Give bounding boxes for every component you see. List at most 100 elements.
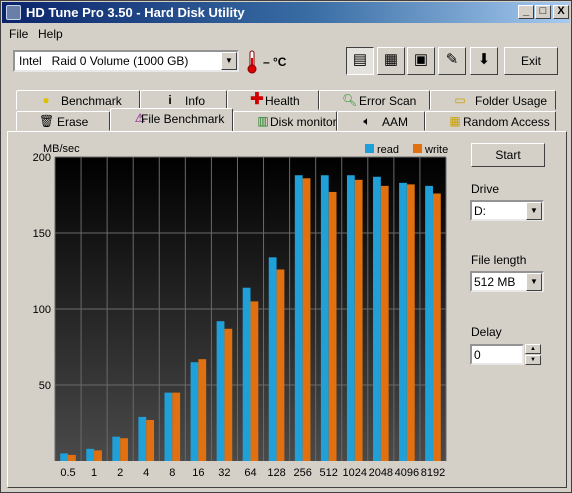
save-button[interactable]: ▣ — [407, 47, 435, 75]
bar-read — [294, 175, 303, 462]
temperature-readout: – °C — [263, 55, 287, 69]
x-tick-label: 1 — [91, 467, 97, 479]
save-icon: ▣ — [413, 51, 429, 68]
options-icon: ✎ — [445, 51, 459, 68]
start-button[interactable]: Start — [471, 143, 545, 167]
copy-text-button[interactable]: ▤ — [346, 47, 374, 75]
chevron-down-icon[interactable]: ▼ — [221, 52, 237, 70]
delay-decrement-button[interactable]: ▼ — [525, 355, 541, 365]
bar-write — [250, 301, 259, 461]
app-window: HD Tune Pro 3.50 - Hard Disk Utility _ □… — [0, 0, 572, 493]
app-icon — [6, 5, 21, 20]
legend-swatch-write — [413, 144, 422, 153]
benchmark-icon: ● — [42, 93, 50, 107]
bar-read — [425, 185, 433, 461]
aam-icon: 🔈︎ — [363, 114, 371, 128]
tab-aam[interactable]: 🔈︎ AAM — [337, 111, 425, 131]
delay-label: Delay — [471, 325, 502, 339]
file-length-combo[interactable]: 512 MB ▼ — [470, 271, 544, 292]
bar-read — [138, 416, 147, 461]
disk-monitor-icon: ▥ — [257, 114, 269, 128]
erase-icon: 🗑︎ — [39, 114, 55, 128]
drive-selector-value: Intel Raid 0 Volume (1000 GB) — [19, 54, 189, 68]
tab-error-scan[interactable]: 🔍︎ Error Scan — [319, 90, 430, 110]
legend-swatch-read — [365, 144, 374, 153]
x-tick-label: 512 — [320, 467, 338, 479]
x-tick-label: 128 — [267, 467, 285, 479]
copy-text-icon: ▤ — [352, 51, 368, 68]
delay-increment-button[interactable]: ▲ — [525, 344, 541, 354]
bar-read — [320, 175, 329, 462]
drive-selector[interactable]: Intel Raid 0 Volume (1000 GB) ▼ — [13, 50, 239, 72]
chevron-down-icon[interactable]: ▼ — [526, 273, 542, 291]
tab-info[interactable]: i Info — [140, 90, 227, 110]
y-tick-label: 100 — [33, 304, 51, 316]
download-button[interactable]: ⬇ — [470, 47, 498, 75]
x-tick-label: 2048 — [369, 467, 393, 479]
window-title: HD Tune Pro 3.50 - Hard Disk Utility — [26, 5, 245, 20]
bar-write — [432, 193, 441, 462]
x-tick-label: 8192 — [421, 467, 445, 479]
x-tick-label: 64 — [244, 467, 256, 479]
bar-write — [94, 450, 102, 461]
bar-write — [328, 191, 337, 461]
bar-write — [302, 178, 311, 461]
file-length-combo-value: 512 MB — [474, 275, 516, 289]
x-tick-label: 1024 — [343, 467, 367, 479]
info-icon: i — [168, 93, 172, 107]
x-tick-label: 4096 — [395, 467, 419, 479]
bar-read — [164, 392, 173, 461]
y-tick-label: 50 — [39, 380, 51, 392]
bar-write — [198, 359, 207, 461]
x-tick-label: 4 — [143, 467, 149, 479]
menu-help[interactable]: Help — [38, 27, 63, 41]
tab-disk-monitor[interactable]: ▥ Disk monitor — [233, 111, 337, 131]
bar-write — [146, 419, 155, 461]
close-button[interactable]: X — [553, 5, 569, 19]
bar-read — [86, 448, 95, 461]
tab-erase[interactable]: 🗑︎ Erase — [16, 111, 110, 131]
maximize-button[interactable]: □ — [535, 5, 551, 19]
file-length-label: File length — [471, 253, 527, 267]
bar-write — [120, 438, 128, 461]
drive-combo[interactable]: D: ▼ — [470, 200, 544, 221]
tab-folder-usage[interactable]: ▭ Folder Usage — [430, 90, 556, 110]
tab-benchmark[interactable]: ● Benchmark — [16, 90, 140, 110]
x-tick-label: 256 — [293, 467, 311, 479]
bar-read — [190, 362, 199, 461]
download-icon: ⬇ — [477, 51, 491, 68]
options-button[interactable]: ✎ — [438, 47, 466, 75]
folder-icon: ▭ — [454, 93, 466, 107]
bar-write — [172, 392, 181, 461]
bar-write — [406, 184, 415, 462]
chart-svg: 50100150200MB/sec0.5 1 2 4 8 16 32 64 128 256 512 1… — [33, 143, 449, 479]
x-tick-label: 8 — [169, 467, 175, 479]
bar-read — [216, 321, 225, 461]
delay-input[interactable]: 0 — [470, 344, 524, 365]
tab-file-benchmark[interactable]: ⚠ File Benchmark — [110, 108, 233, 131]
bar-write — [68, 454, 76, 461]
y-axis-label: MB/sec — [43, 143, 80, 155]
minimize-button[interactable]: _ — [518, 5, 534, 19]
bar-read — [346, 175, 355, 462]
x-tick-label: 16 — [192, 467, 204, 479]
tab-random-access[interactable]: ▦ Random Access — [425, 111, 556, 131]
bar-read — [242, 287, 251, 461]
chevron-down-icon[interactable]: ▼ — [526, 202, 542, 220]
title-bar[interactable]: HD Tune Pro 3.50 - Hard Disk Utility _ □… — [2, 2, 570, 23]
bar-write — [276, 269, 285, 461]
drive-label: Drive — [471, 182, 500, 196]
error-scan-icon: 🔍︎ — [342, 93, 358, 107]
y-tick-label: 150 — [33, 228, 51, 240]
menu-file[interactable]: File — [9, 27, 28, 41]
health-icon: ✚ — [250, 91, 264, 108]
legend-label-read: read — [377, 144, 399, 156]
menu-bar: File Help — [2, 24, 570, 43]
tab-health[interactable]: ✚ Health — [227, 90, 319, 110]
copy-screenshot-icon: ▦ — [383, 51, 399, 68]
bar-read — [112, 436, 121, 461]
copy-screenshot-button[interactable]: ▦ — [377, 47, 405, 75]
delay-input-value: 0 — [474, 348, 481, 362]
benchmark-chart: 50 100 150 200 MB/sec 0.5 1 2 4 8 16 32 64 128 256 512 1… — [15, 139, 459, 484]
exit-button[interactable]: Exit — [504, 47, 558, 75]
